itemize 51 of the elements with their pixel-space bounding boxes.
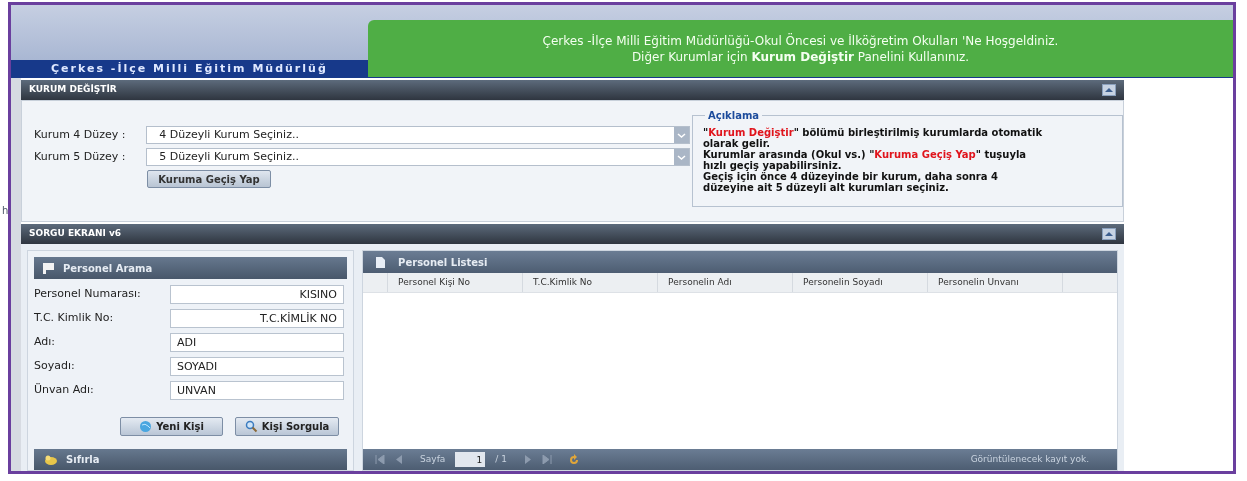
first-page-icon[interactable] xyxy=(375,455,386,464)
field-label: Ünvan Adı: xyxy=(34,382,95,399)
action-button[interactable]: Yeni Kişi xyxy=(120,417,224,436)
text-field[interactable]: KISINO xyxy=(170,285,344,304)
text-field[interactable]: SOYADI xyxy=(170,357,344,376)
page-total: / 1 xyxy=(495,452,507,466)
dropdown-caret-icon xyxy=(674,149,689,165)
section-title: Personel Arama xyxy=(63,261,153,276)
column-header[interactable]: T.C.Kimlik No xyxy=(523,273,659,292)
welcome-hint: Diğer Kurumlar için Kurum Değiştir Panelini Kullanınız. xyxy=(631,48,970,65)
switch-institution-button[interactable]: Kuruma Geçiş Yap xyxy=(147,170,271,188)
dropdown-caret-icon xyxy=(674,127,689,143)
field-label: Personel Numarası: xyxy=(34,286,142,303)
panel-title: KURUM DEĞİŞTİR xyxy=(29,83,117,97)
flag-icon xyxy=(42,262,55,274)
text-field[interactable]: UNVAN xyxy=(170,381,344,400)
welcome-text: Çerkes -İlçe Milli Eğitim Müdürlüğü-Okul Öncesi ve İlköğretim Okulları 'Ne Hoşgeldiniz. xyxy=(542,32,1059,49)
collapse-icon[interactable] xyxy=(1102,84,1116,96)
section-title: Personel Listesi xyxy=(398,255,488,270)
page-label: Sayfa xyxy=(420,452,446,466)
document-icon xyxy=(375,255,387,269)
column-header[interactable]: Personelin Adı xyxy=(658,273,794,292)
info-text: "Kurum Değiştir" bölümü birleştirilmiş kurumlarda otomatik olarak gelir. Kurumlar arasında (Okul vs.) "Kuruma Geçiş Yap" tuşuyla hızlı geçiş yapabilirsiniz. Geçiş için önce 4 düzeyinde bir kurum, daha sonra 4 düzeyine ait 5 düzeyli alt kurumları seçiniz. xyxy=(703,127,1044,193)
refresh-icon[interactable] xyxy=(567,453,580,466)
field-label: Kurum 5 Düzey : xyxy=(34,148,127,165)
field-label: Adı: xyxy=(34,334,57,351)
column-header[interactable]: Personelin Soyadı xyxy=(793,273,929,292)
text-field[interactable]: T.C.KİMLİK NO xyxy=(170,309,344,328)
column-header[interactable]: Personel Kişi No xyxy=(388,273,524,292)
action-button[interactable]: Kişi Sorgula xyxy=(235,417,340,436)
column-header[interactable]: Personelin Unvanı xyxy=(928,273,1064,292)
status-text: Görüntülenecek kayıt yok. xyxy=(970,452,1089,466)
dropdown[interactable]: 5 Düzeyli Kurum Seçiniz.. xyxy=(146,148,690,166)
field-label: T.C. Kimlik No: xyxy=(34,310,115,327)
reset-link[interactable]: Sıfırla xyxy=(66,452,100,467)
reset-icon xyxy=(44,453,58,466)
dropdown[interactable]: 4 Düzeyli Kurum Seçiniz.. xyxy=(146,126,690,144)
field-label: Kurum 4 Düzey : xyxy=(34,126,127,143)
page-field[interactable]: 1 xyxy=(455,452,486,467)
info-legend: Açıklama xyxy=(705,108,763,123)
text-field[interactable]: ADI xyxy=(170,333,344,352)
field-label: Soyadı: xyxy=(34,358,76,375)
panel-title: SORGU EKRANI v6 xyxy=(29,227,122,241)
globe-icon xyxy=(139,420,153,433)
collapse-icon[interactable] xyxy=(1102,228,1116,240)
site-title: Çerkes -İlçe Milli Eğitim Müdürlüğ xyxy=(51,60,328,77)
search-icon xyxy=(244,420,258,433)
last-page-icon[interactable] xyxy=(541,455,552,464)
previous-page-icon[interactable] xyxy=(395,455,403,464)
next-page-icon[interactable] xyxy=(524,455,532,464)
edge-text: h xyxy=(2,204,9,218)
